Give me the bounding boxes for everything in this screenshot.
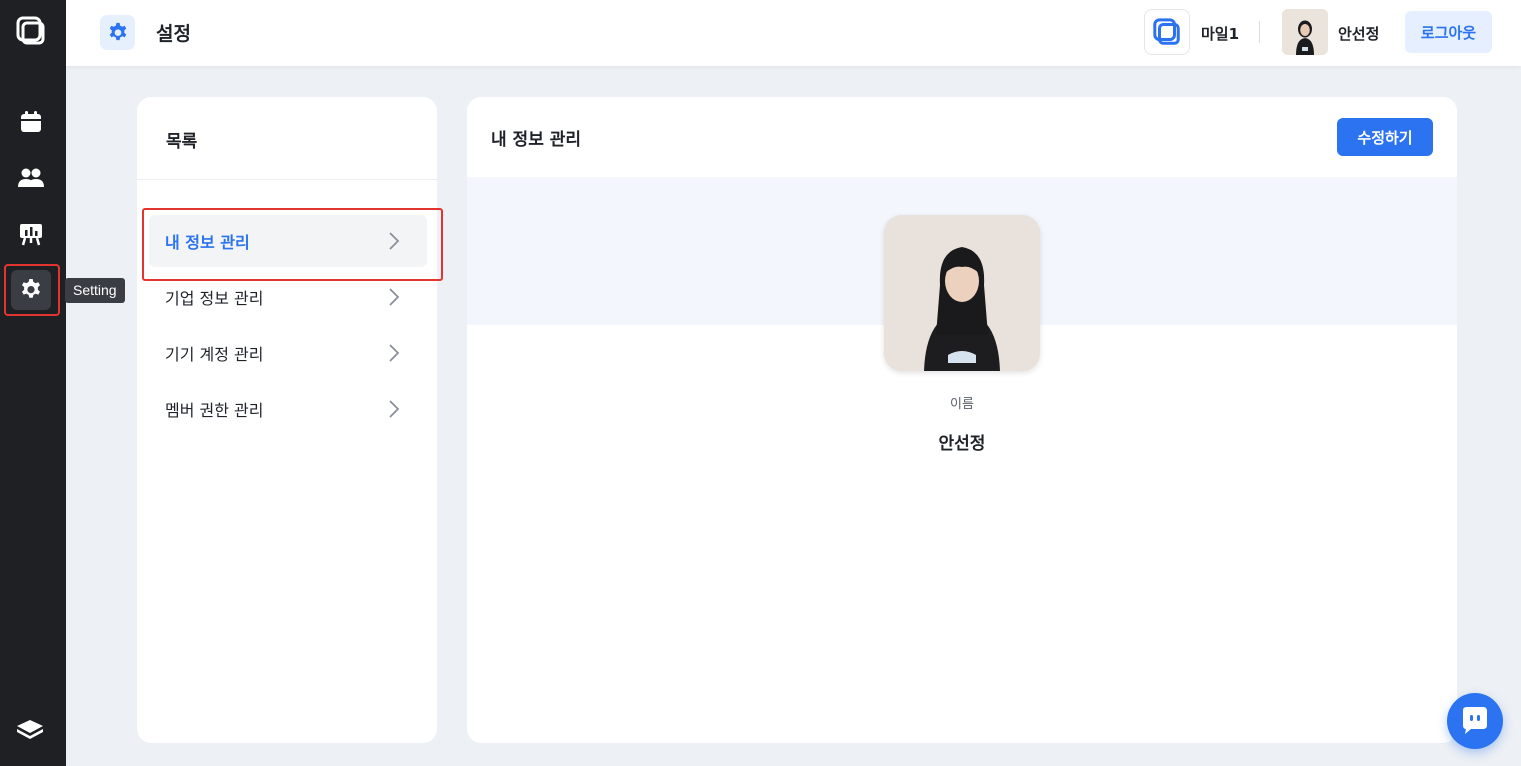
menu-item-label: 기기 계정 관리	[165, 345, 264, 364]
settings-highlight-frame	[4, 264, 60, 316]
header-divider	[1259, 21, 1260, 43]
name-label: 이름	[950, 397, 974, 412]
top-header: 설정 마일1 안선정 로그아웃	[66, 0, 1521, 66]
user-name: 안선정	[1338, 25, 1380, 43]
profile-photo	[884, 215, 1040, 371]
sidebar-item-schedule[interactable]	[11, 102, 51, 142]
calendar-icon	[21, 111, 41, 132]
settings-tooltip: Setting	[65, 278, 125, 303]
book-icon	[17, 720, 43, 739]
users-icon	[18, 168, 44, 187]
menu-highlight-frame	[142, 208, 443, 281]
page-gear-icon	[100, 15, 135, 50]
sidebar-item-guide[interactable]	[14, 714, 46, 746]
chat-bubble-icon	[1463, 707, 1487, 734]
app-logo-icon[interactable]	[15, 15, 47, 47]
org-name: 마일1	[1201, 25, 1240, 43]
chevron-right-icon	[389, 288, 400, 306]
menu-divider	[137, 179, 437, 180]
avatar[interactable]	[1282, 9, 1328, 55]
profile-card: 내 정보 관리 수정하기 이름 안선정	[467, 97, 1457, 743]
menu-item-member-permissions[interactable]: 멤버 권한 관리	[149, 383, 427, 435]
sidebar-item-board[interactable]	[11, 214, 51, 254]
edit-button[interactable]: 수정하기	[1337, 118, 1433, 156]
section-title: 내 정보 관리	[491, 130, 582, 150]
menu-item-label: 기업 정보 관리	[165, 289, 264, 308]
chevron-right-icon	[389, 400, 400, 418]
left-rail	[0, 0, 66, 766]
chat-button[interactable]	[1447, 693, 1503, 749]
menu-item-device-accounts[interactable]: 기기 계정 관리	[149, 327, 427, 379]
chevron-right-icon	[389, 344, 400, 362]
logout-button[interactable]: 로그아웃	[1405, 11, 1492, 53]
menu-card: 목록 내 정보 관리 기업 정보 관리 기기 계정 관리 멤버 권한 관리	[137, 97, 443, 743]
org-logo-icon[interactable]	[1144, 9, 1190, 55]
page-title: 설정	[156, 23, 191, 45]
sidebar-item-members[interactable]	[11, 158, 51, 198]
menu-item-label: 멤버 권한 관리	[165, 401, 264, 420]
menu-title: 목록	[166, 132, 198, 152]
presentation-board-icon	[20, 224, 42, 246]
name-value: 안선정	[938, 434, 986, 454]
